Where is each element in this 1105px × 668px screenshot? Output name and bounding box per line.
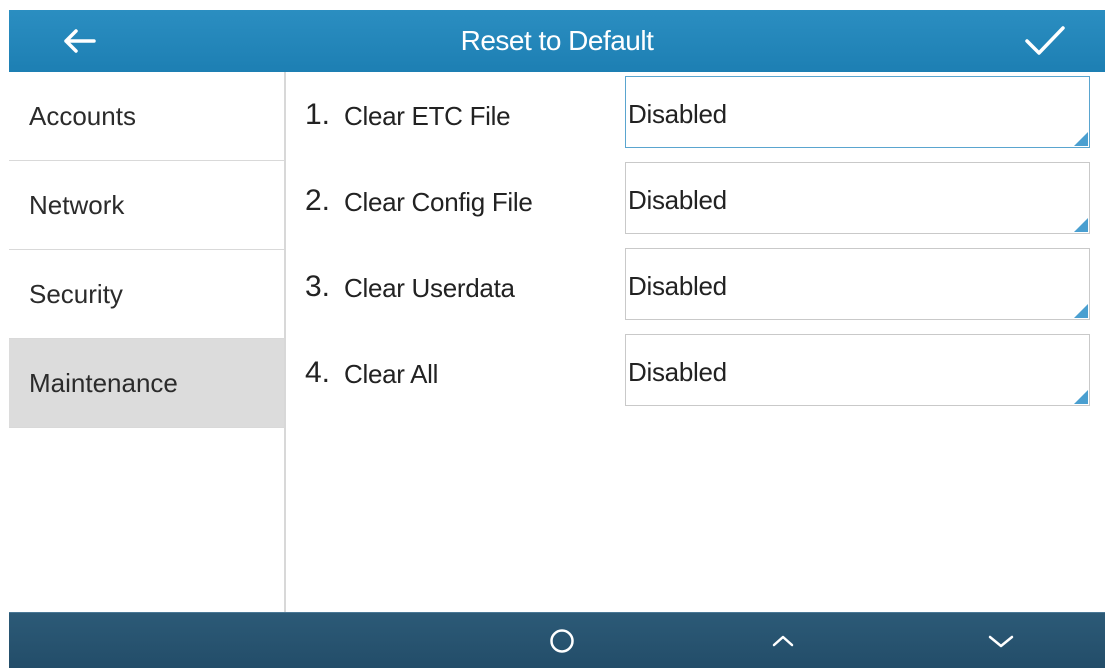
sidebar-item-security[interactable]: Security xyxy=(9,250,284,339)
dropdown-corner-icon xyxy=(1074,390,1088,404)
sidebar-item-network[interactable]: Network xyxy=(9,161,284,250)
setting-label: Clear ETC File xyxy=(344,101,511,131)
select-value: Disabled xyxy=(628,357,727,387)
softkey-bar xyxy=(9,612,1105,668)
sidebar-item-label: Maintenance xyxy=(29,367,178,398)
setting-label: Clear All xyxy=(344,359,439,389)
select-value: Disabled xyxy=(628,185,727,215)
sidebar-item-label: Security xyxy=(29,278,123,309)
checkmark-icon xyxy=(1025,26,1065,55)
dropdown-corner-icon xyxy=(1074,132,1088,146)
sidebar: Accounts Network Security Maintenance xyxy=(9,72,286,612)
screen: Reset to Default Accounts Network Securi… xyxy=(9,10,1105,668)
home-softkey[interactable] xyxy=(522,613,602,668)
chevron-down-icon xyxy=(988,635,1014,648)
circle-icon xyxy=(550,629,574,653)
setting-row-clear-all: 4. Clear All Disabled xyxy=(288,332,1105,418)
confirm-button[interactable] xyxy=(1015,18,1075,64)
scroll-down-softkey[interactable] xyxy=(961,613,1041,668)
chevron-up-icon xyxy=(772,635,794,647)
clear-config-file-select[interactable]: Disabled xyxy=(625,162,1090,234)
dropdown-corner-icon xyxy=(1074,218,1088,232)
sidebar-item-maintenance[interactable]: Maintenance xyxy=(9,339,284,428)
setting-row-clear-config-file: 2. Clear Config File Disabled xyxy=(288,160,1105,246)
setting-label: Clear Config File xyxy=(344,187,533,217)
clear-etc-file-select[interactable]: Disabled xyxy=(625,76,1090,148)
setting-label: Clear Userdata xyxy=(344,273,515,303)
row-number: 3. xyxy=(305,270,331,303)
row-number: 4. xyxy=(305,356,331,389)
page-title: Reset to Default xyxy=(460,25,654,56)
settings-panel: 1. Clear ETC File Disabled 2. Clear Conf… xyxy=(288,72,1105,612)
row-number: 2. xyxy=(305,184,331,217)
sidebar-item-accounts[interactable]: Accounts xyxy=(9,72,284,161)
clear-all-select[interactable]: Disabled xyxy=(625,334,1090,406)
sidebar-item-label: Network xyxy=(29,189,125,220)
sidebar-item-label: Accounts xyxy=(29,100,136,131)
row-number: 1. xyxy=(305,98,331,131)
setting-row-clear-etc-file: 1. Clear ETC File Disabled xyxy=(288,74,1105,160)
scroll-up-softkey[interactable] xyxy=(743,613,823,668)
setting-row-clear-userdata: 3. Clear Userdata Disabled xyxy=(288,246,1105,332)
select-value: Disabled xyxy=(628,271,727,301)
title-bar: Reset to Default xyxy=(9,10,1105,72)
clear-userdata-select[interactable]: Disabled xyxy=(625,248,1090,320)
select-value: Disabled xyxy=(628,99,727,129)
dropdown-corner-icon xyxy=(1074,304,1088,318)
